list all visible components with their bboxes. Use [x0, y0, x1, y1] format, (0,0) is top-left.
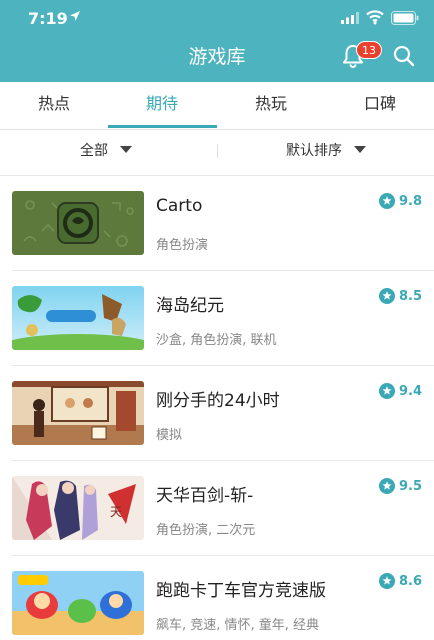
tab-popular[interactable]: 热玩: [217, 82, 325, 130]
game-title: 刚分手的24小时: [156, 391, 280, 411]
game-rating: 9.5: [378, 478, 422, 494]
wifi-icon: [366, 10, 384, 25]
tab-hot[interactable]: 热点: [0, 82, 108, 130]
game-rating-value: 8.6: [398, 573, 422, 589]
category-filter-label: 全部: [80, 143, 108, 159]
game-rating-value: 9.4: [398, 383, 422, 399]
svg-text:天: 天: [110, 505, 122, 519]
game-rating: 9.8: [378, 193, 422, 209]
game-thumbnail: [12, 571, 144, 635]
game-list-item[interactable]: Carto 角色扮演 9.8: [0, 176, 434, 271]
star-icon: [378, 573, 395, 589]
tab-reputation[interactable]: 口碑: [326, 82, 434, 130]
status-bar: 7:19: [0, 6, 434, 30]
active-tab-indicator: [108, 125, 217, 128]
category-filter-dropdown[interactable]: 全部: [80, 130, 132, 176]
game-tags: 模拟: [156, 428, 183, 443]
game-tags: 飙车, 竞速, 情怀, 童年, 经典: [156, 618, 320, 633]
game-tags: 沙盒, 角色扮演, 联机: [156, 333, 277, 348]
star-icon: [378, 288, 395, 304]
game-thumbnail: [12, 191, 144, 255]
tab-anticipated[interactable]: 期待: [108, 82, 216, 130]
category-tabs: 热点 期待 热玩 口碑: [0, 82, 434, 130]
game-rating-value: 8.5: [398, 288, 422, 304]
star-icon: [378, 193, 395, 209]
game-tags: 角色扮演, 二次元: [156, 523, 256, 538]
filter-divider: [217, 144, 218, 158]
search-icon[interactable]: [392, 44, 416, 68]
sort-label: 默认排序: [286, 143, 342, 159]
notification-count-badge: 13: [356, 41, 382, 59]
game-rating-value: 9.8: [398, 193, 422, 209]
game-list-item[interactable]: 跑跑卡丁车官方竞速版 飙车, 竞速, 情怀, 童年, 经典 8.6: [0, 556, 434, 640]
game-thumbnail: [12, 381, 144, 445]
game-list-item[interactable]: 天 天华百剑-斩- 角色扮演, 二次元 9.5: [0, 461, 434, 556]
app-header: 7:19 游戏库 13: [0, 0, 434, 82]
sort-dropdown[interactable]: 默认排序: [286, 130, 366, 176]
battery-icon: [391, 11, 419, 25]
game-rating: 8.6: [378, 573, 422, 589]
game-rating: 9.4: [378, 383, 422, 399]
star-icon: [378, 478, 395, 494]
game-title: 天华百剑-斩-: [156, 486, 254, 506]
game-tags: 角色扮演: [156, 238, 209, 253]
game-rating: 8.5: [378, 288, 422, 304]
game-list-item[interactable]: 海岛纪元 沙盒, 角色扮演, 联机 8.5: [0, 271, 434, 366]
game-title: 海岛纪元: [156, 296, 224, 316]
location-arrow-icon: [70, 11, 80, 21]
game-thumbnail: [12, 286, 144, 350]
game-title: Carto: [156, 196, 203, 216]
status-time: 7:19: [28, 9, 68, 28]
game-title: 跑跑卡丁车官方竞速版: [156, 581, 326, 601]
caret-down-icon: [354, 145, 366, 153]
cellular-signal-icon: [341, 12, 359, 24]
caret-down-icon: [120, 145, 132, 153]
game-rating-value: 9.5: [398, 478, 422, 494]
game-thumbnail: 天: [12, 476, 144, 540]
game-list-item[interactable]: 刚分手的24小时 模拟 9.4: [0, 366, 434, 461]
star-icon: [378, 383, 395, 399]
